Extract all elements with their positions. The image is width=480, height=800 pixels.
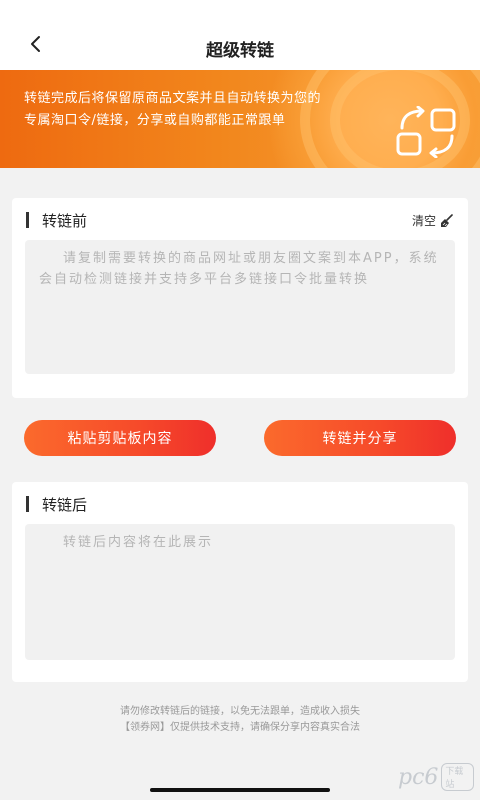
clear-button[interactable]: 清空 — [412, 212, 454, 229]
info-banner: 转链完成后将保留原商品文案并且自动转换为您的专属淘口令/链接，分享或自购都能正常… — [0, 70, 480, 168]
footer-line-2: 【领券网】仅提供技术支持，请确保分享内容真实合法 — [120, 722, 360, 733]
after-card-title: 转链后 — [26, 495, 87, 514]
watermark-logo: pc6 下载站 — [398, 762, 474, 792]
app-header: 超级转链 — [0, 0, 480, 70]
convert-share-button[interactable]: 转链并分享 — [264, 420, 456, 456]
broom-icon — [441, 213, 453, 227]
before-card-title: 转链前 — [26, 211, 87, 230]
watermark-main: pc6 — [398, 764, 439, 790]
page-title: 超级转链 — [206, 41, 274, 61]
home-indicator[interactable] — [150, 788, 330, 792]
banner-text: 转链完成后将保留原商品文案并且自动转换为您的专属淘口令/链接，分享或自购都能正常… — [24, 91, 322, 128]
watermark-sub: 下载站 — [441, 763, 474, 791]
clear-label: 清空 — [411, 214, 436, 228]
source-text-input[interactable]: 请复制需要转换的商品网址或朋友圈文案到本APP，系统会自动检测链接并支持多平台多… — [25, 240, 455, 374]
footer-line-1: 请勿修改转链后的链接，以免无法跟单，造成收入损失 — [120, 706, 360, 717]
convert-link-icon — [396, 106, 456, 158]
footer-note: 请勿修改转链后的链接，以免无法跟单，造成收入损失 【领券网】仅提供技术支持，请确… — [0, 704, 480, 736]
paste-clipboard-button[interactable]: 粘贴剪贴板内容 — [24, 420, 216, 456]
result-text-output[interactable]: 转链后内容将在此展示 — [25, 524, 455, 660]
after-convert-card: 转链后 转链后内容将在此展示 — [12, 482, 468, 682]
before-convert-card: 转链前 清空 请复制需要转换的商品网址或朋友圈文案到本APP，系统会自动检测链接… — [12, 198, 468, 398]
